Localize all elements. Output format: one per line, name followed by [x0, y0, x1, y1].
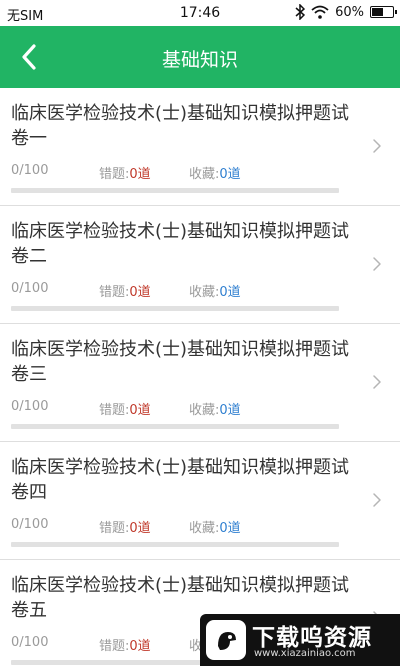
- exam-title: 临床医学检验技术(士)基础知识模拟押题试卷四: [11, 457, 350, 503]
- wrong-stat[interactable]: 错题:0道: [99, 399, 151, 418]
- exam-item[interactable]: 临床医学检验技术(士)基础知识模拟押题试卷四 0/100 错题:0道 收藏:0道: [0, 442, 400, 560]
- status-bar: 无SIM 17:46 60%: [0, 0, 400, 26]
- wrong-label: 错题:: [99, 521, 130, 536]
- wrong-stat[interactable]: 错题:0道: [99, 517, 151, 536]
- fav-count: 0道: [219, 403, 241, 418]
- watermark-logo-icon: [206, 620, 246, 660]
- watermark-title: 下载呜资源: [252, 625, 372, 651]
- nav-bar: 基础知识: [0, 26, 400, 88]
- fav-label: 收藏:: [189, 167, 220, 182]
- wrong-count: 0道: [129, 521, 151, 536]
- fav-count: 0道: [219, 521, 241, 536]
- battery-icon: [370, 6, 397, 18]
- wrong-stat[interactable]: 错题:0道: [99, 281, 151, 300]
- progress-count: 0/100: [11, 635, 49, 650]
- progress-bar: [11, 188, 339, 193]
- wrong-count: 0道: [129, 403, 151, 418]
- exam-list: 临床医学检验技术(士)基础知识模拟押题试卷一 0/100 错题:0道 收藏:0道…: [0, 88, 400, 666]
- chevron-right-icon: [373, 375, 381, 389]
- wifi-icon: [311, 5, 329, 19]
- fav-stat[interactable]: 收藏:0道: [189, 399, 241, 418]
- exam-title: 临床医学检验技术(士)基础知识模拟押题试卷三: [11, 339, 350, 385]
- fav-count: 0道: [219, 285, 241, 300]
- fav-label: 收藏:: [189, 403, 220, 418]
- chevron-right-icon: [373, 139, 381, 153]
- watermark-url: www.xiazainiao.com: [254, 648, 356, 659]
- progress-bar: [11, 306, 339, 311]
- wrong-label: 错题:: [99, 167, 130, 182]
- progress-count: 0/100: [11, 517, 49, 532]
- status-icons: 60%: [295, 4, 397, 20]
- page-title: 基础知识: [161, 49, 238, 71]
- exam-item[interactable]: 临床医学检验技术(士)基础知识模拟押题试卷一 0/100 错题:0道 收藏:0道: [0, 88, 400, 206]
- chevron-right-icon: [373, 493, 381, 507]
- bluetooth-icon: [295, 4, 306, 20]
- exam-title: 临床医学检验技术(士)基础知识模拟押题试卷一: [11, 103, 350, 149]
- battery-percent: 60%: [335, 4, 364, 20]
- fav-label: 收藏:: [189, 285, 220, 300]
- wrong-count: 0道: [129, 639, 151, 654]
- chevron-right-icon: [373, 257, 381, 271]
- fav-stat[interactable]: 收藏:0道: [189, 163, 241, 182]
- exam-item[interactable]: 临床医学检验技术(士)基础知识模拟押题试卷三 0/100 错题:0道 收藏:0道: [0, 324, 400, 442]
- wrong-count: 0道: [129, 167, 151, 182]
- progress-count: 0/100: [11, 163, 49, 178]
- battery-fill: [372, 8, 384, 16]
- progress-bar: [11, 424, 339, 429]
- fav-stat[interactable]: 收藏:0道: [189, 281, 241, 300]
- wrong-label: 错题:: [99, 639, 130, 654]
- wrong-stat[interactable]: 错题:0道: [99, 635, 151, 654]
- wrong-label: 错题:: [99, 285, 130, 300]
- wrong-count: 0道: [129, 285, 151, 300]
- progress-count: 0/100: [11, 281, 49, 296]
- fav-label: 收藏:: [189, 521, 220, 536]
- exam-item[interactable]: 临床医学检验技术(士)基础知识模拟押题试卷二 0/100 错题:0道 收藏:0道: [0, 206, 400, 324]
- fav-count: 0道: [219, 167, 241, 182]
- wrong-stat[interactable]: 错题:0道: [99, 163, 151, 182]
- wrong-label: 错题:: [99, 403, 130, 418]
- exam-title: 临床医学检验技术(士)基础知识模拟押题试卷二: [11, 221, 350, 267]
- progress-count: 0/100: [11, 399, 49, 414]
- progress-bar: [11, 542, 339, 547]
- fav-stat[interactable]: 收藏:0道: [189, 517, 241, 536]
- watermark: 下载呜资源 www.xiazainiao.com: [200, 614, 400, 666]
